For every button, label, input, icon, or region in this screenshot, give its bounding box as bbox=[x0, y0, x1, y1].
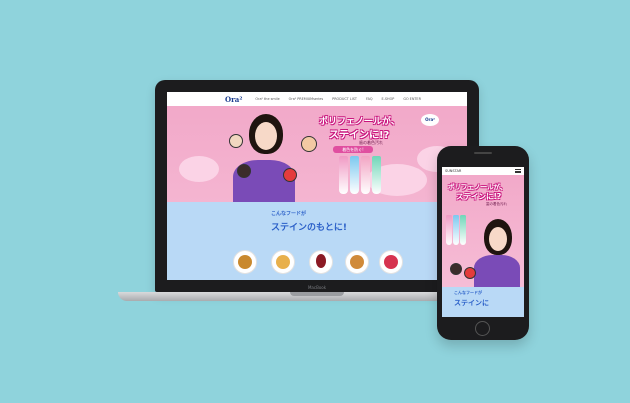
features-title-2: ステインのもとに! bbox=[271, 223, 347, 233]
character-icon bbox=[301, 136, 317, 152]
mobile-features: こんなフードが ステインに bbox=[442, 287, 524, 317]
hamburger-menu-icon[interactable] bbox=[515, 169, 521, 173]
hero-badge: 着色を防ぐ! bbox=[333, 146, 373, 153]
food-item-pasta[interactable] bbox=[271, 250, 295, 274]
mobile-features-title-2: ステインに bbox=[454, 299, 489, 307]
cloud-shape bbox=[179, 156, 219, 182]
product-tube bbox=[361, 156, 370, 194]
mobile-nav: SUNSTAR bbox=[442, 167, 524, 175]
nav-item-go-enter[interactable]: GO ENTER bbox=[403, 97, 421, 101]
food-item-berry[interactable] bbox=[379, 250, 403, 274]
laptop-brand-label: MacBook bbox=[307, 285, 327, 290]
nav-item-the-smile[interactable]: Ora² the smile bbox=[255, 97, 279, 101]
mockup-scene: Ora² Ora² the smile Ora² PREMIUMseries P… bbox=[0, 0, 630, 403]
nav-item-premium-series[interactable]: Ora² PREMIUMseries bbox=[289, 97, 324, 101]
mobile-model-figure bbox=[474, 255, 520, 287]
character-icon bbox=[283, 168, 297, 182]
phone-speaker bbox=[474, 152, 492, 154]
character-icon bbox=[464, 267, 476, 279]
mobile-features-title-1: こんなフードが bbox=[454, 290, 482, 295]
character-icon bbox=[237, 164, 251, 178]
hero-headline-2: ステインに!? bbox=[329, 130, 390, 141]
features-title-1: こんなフードが bbox=[271, 211, 307, 217]
product-tube bbox=[350, 156, 359, 194]
phone-home-button[interactable] bbox=[475, 321, 490, 336]
product-tube bbox=[453, 215, 459, 245]
nav-item-eshop[interactable]: E-SHOP bbox=[382, 97, 395, 101]
mobile-hero-sub: 歯の着色汚れ bbox=[486, 202, 507, 206]
food-item-curry[interactable] bbox=[233, 250, 257, 274]
product-tube bbox=[446, 215, 452, 245]
character-icon bbox=[450, 263, 462, 275]
desktop-logo[interactable]: Ora² bbox=[225, 95, 242, 104]
product-logo-badge: Ora² bbox=[421, 114, 439, 126]
laptop-notch bbox=[290, 292, 344, 296]
laptop-screen: Ora² Ora² the smile Ora² PREMIUMseries P… bbox=[167, 92, 467, 280]
mobile-headline-2: ステインに!? bbox=[456, 192, 502, 201]
desktop-features: こんなフードが ステインのもとに! bbox=[167, 202, 467, 280]
food-item-wine[interactable] bbox=[309, 250, 333, 274]
character-icon bbox=[229, 134, 243, 148]
phone-screen: SUNSTAR ポリフェノールが、 ステインに!? 歯の着色汚れ こんなフードが… bbox=[442, 167, 524, 317]
mobile-brand[interactable]: SUNSTAR bbox=[445, 169, 461, 173]
nav-item-faq[interactable]: FAQ bbox=[366, 97, 373, 101]
product-tube bbox=[372, 156, 381, 194]
model-face bbox=[255, 122, 277, 150]
product-tube bbox=[460, 215, 466, 245]
mobile-model-face bbox=[489, 227, 507, 251]
food-item-tea[interactable] bbox=[345, 250, 369, 274]
mobile-hero: ポリフェノールが、 ステインに!? 歯の着色汚れ bbox=[442, 175, 524, 287]
nav-item-product-list[interactable]: PRODUCT LIST bbox=[332, 97, 357, 101]
desktop-nav: Ora² Ora² the smile Ora² PREMIUMseries P… bbox=[167, 92, 467, 106]
desktop-hero: ポリフェノールが、 ステインに!? 歯の着色汚れ 着色を防ぐ! Ora² bbox=[167, 106, 467, 202]
mobile-headline-1: ポリフェノールが、 bbox=[448, 183, 507, 191]
product-tube bbox=[339, 156, 348, 194]
